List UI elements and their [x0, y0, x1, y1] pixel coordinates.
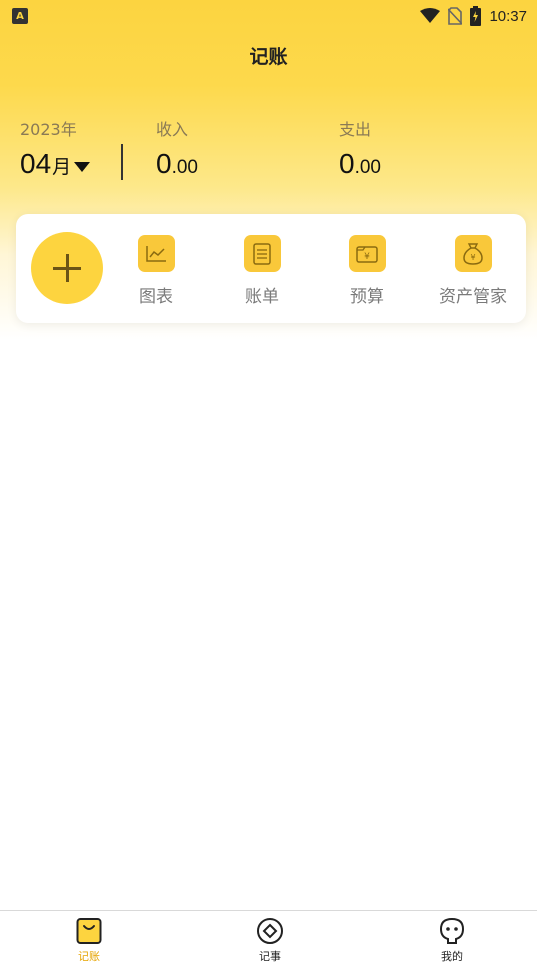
nav-tab-bookkeeping[interactable]: 记账 [49, 917, 129, 964]
svg-text:¥: ¥ [470, 253, 475, 262]
quick-action-label: 资产管家 [439, 287, 507, 307]
nav-label: 记事 [259, 950, 281, 963]
page-title: 记账 [249, 46, 288, 68]
money-bag-icon: ¥ [454, 235, 492, 272]
quick-action-assets[interactable]: ¥ 资产管家 [428, 235, 518, 307]
status-time: 10:37 [489, 7, 527, 25]
quick-action-label: 预算 [350, 287, 384, 307]
expense-amount-dec: .00 [354, 157, 381, 178]
quick-action-chart[interactable]: 图表 [111, 235, 201, 307]
quick-action-label: 图表 [139, 287, 173, 307]
nav-label: 记账 [78, 950, 100, 963]
summary-panel: 2023年 04 月 收入 0 .00 支出 0 .00 [20, 116, 520, 186]
nav-tab-profile[interactable]: 我的 [412, 917, 492, 964]
no-sim-icon [448, 7, 463, 25]
income-summary: 收入 0 .00 [156, 116, 198, 180]
quick-action-budget[interactable]: ¥ 预算 [322, 235, 412, 307]
month-unit: 月 [52, 156, 72, 178]
month-number: 04 [20, 148, 52, 179]
quick-actions-card: 图表 账单 ¥ 预算 ¥ 资产管家 [16, 214, 526, 323]
diamond-circle-icon [257, 918, 283, 944]
status-bar: A 10:37 [0, 0, 537, 32]
battery-charging-icon [470, 6, 482, 26]
wifi-icon [420, 8, 441, 23]
summary-divider [121, 144, 123, 180]
nav-tab-notes[interactable]: 记事 [230, 917, 310, 964]
date-selector[interactable]: 2023年 04 月 [20, 116, 91, 180]
quick-action-label: 账单 [245, 287, 279, 307]
bill-icon [243, 235, 281, 272]
chart-icon [137, 235, 175, 272]
svg-text:¥: ¥ [364, 252, 370, 262]
app-notification-icon: A [12, 8, 28, 24]
income-amount-int: 0 [156, 148, 172, 179]
add-record-button[interactable] [31, 232, 103, 304]
face-icon [439, 917, 465, 944]
income-label: 收入 [156, 120, 189, 139]
budget-icon: ¥ [348, 235, 386, 272]
year-label: 2023年 [20, 120, 77, 139]
expense-summary: 支出 0 .00 [339, 116, 381, 180]
bag-icon [76, 918, 102, 944]
quick-action-bill[interactable]: 账单 [217, 235, 307, 307]
expense-amount-int: 0 [339, 148, 355, 179]
caret-down-icon [74, 162, 91, 172]
income-amount-dec: .00 [171, 157, 198, 178]
nav-label: 我的 [441, 950, 463, 963]
expense-label: 支出 [339, 120, 372, 139]
bottom-navigation: 记账 记事 我的 [0, 910, 537, 969]
